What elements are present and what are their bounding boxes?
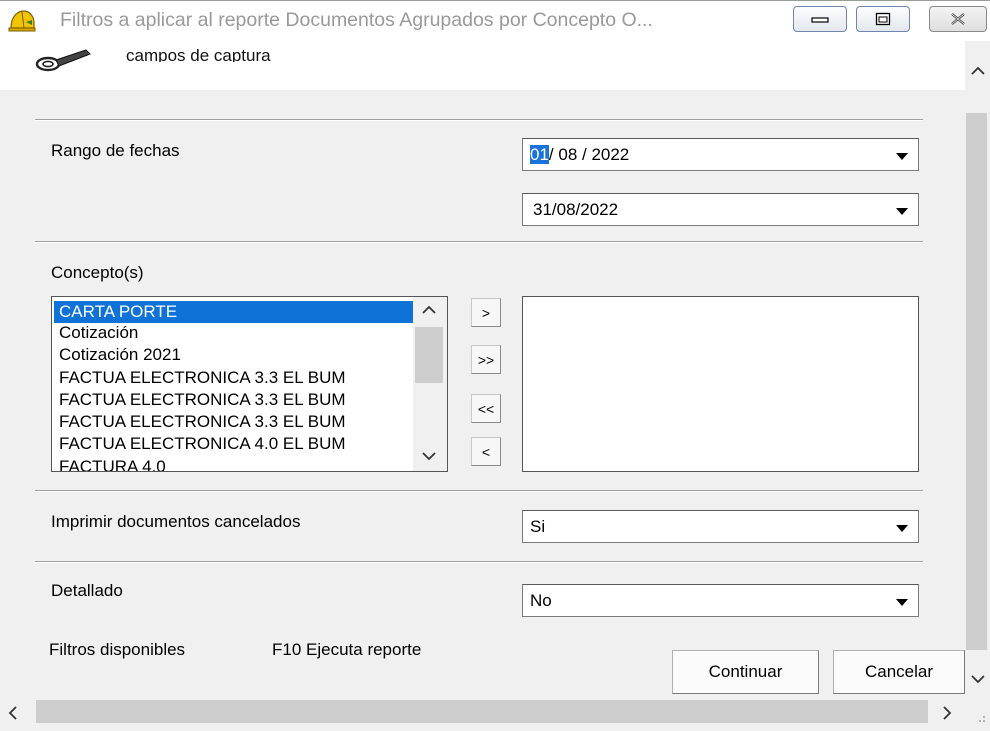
- chevron-down-icon: [896, 153, 908, 160]
- list-item[interactable]: FACTUA ELECTRONICA 3.3 EL BUM: [59, 389, 346, 411]
- separator: [35, 490, 923, 492]
- add-all-concepts-button[interactable]: >>: [471, 345, 501, 374]
- resize-grip-icon: [979, 716, 985, 722]
- date-to-picker[interactable]: 31/08/2022: [522, 193, 919, 226]
- close-button[interactable]: [929, 6, 987, 32]
- detailed-label: Detallado: [51, 581, 123, 600]
- print-cancelled-value: Si: [530, 517, 546, 536]
- window-horizontal-scrollbar-thumb[interactable]: [36, 700, 928, 723]
- window-vertical-scrollbar-thumb[interactable]: [966, 113, 987, 650]
- date-from-rest: / 08 / 2022: [548, 145, 630, 164]
- resize-grip[interactable]: [965, 699, 990, 726]
- list-scrollbar[interactable]: [413, 297, 447, 471]
- print-cancelled-label: Imprimir documentos cancelados: [51, 512, 301, 531]
- header-text: campos de captura: [126, 47, 271, 62]
- list-item[interactable]: Cotización: [59, 322, 138, 344]
- chevron-right-icon[interactable]: [942, 705, 952, 721]
- separator: [35, 241, 923, 243]
- chevron-down-icon[interactable]: [970, 674, 986, 684]
- chevron-down-icon: [896, 208, 908, 215]
- detailed-value: No: [530, 591, 552, 610]
- add-concept-button[interactable]: >: [471, 298, 501, 327]
- detailed-select[interactable]: No: [522, 584, 919, 617]
- available-filters-link[interactable]: Filtros disponibles: [49, 640, 185, 660]
- list-item[interactable]: CARTA PORTE: [54, 301, 413, 323]
- date-from-picker[interactable]: 01/ 08 / 2022: [522, 138, 919, 171]
- concepts-label: Concepto(s): [51, 263, 144, 282]
- selected-concepts-list[interactable]: [522, 296, 919, 472]
- maximize-button[interactable]: [856, 6, 910, 32]
- date-to-dropdown-button[interactable]: [888, 196, 916, 223]
- chevron-down-icon: [896, 599, 908, 606]
- detailed-dropdown-button[interactable]: [888, 587, 916, 614]
- chevron-up-icon[interactable]: [421, 305, 437, 315]
- minimize-icon: [811, 17, 829, 23]
- continue-button[interactable]: Continuar: [672, 650, 819, 694]
- separator: [35, 119, 923, 121]
- list-item[interactable]: FACTUA ELECTRONICA 3.3 EL BUM: [59, 411, 346, 433]
- wrench-icon: [35, 49, 91, 72]
- cancel-button[interactable]: Cancelar: [833, 650, 965, 694]
- print-cancelled-dropdown-button[interactable]: [888, 513, 916, 540]
- list-item[interactable]: FACTURA 4.0: [59, 456, 166, 471]
- maximize-icon: [875, 12, 891, 26]
- available-concepts-list[interactable]: CARTA PORTE Cotización Cotización 2021 F…: [51, 296, 448, 472]
- minimize-button[interactable]: [793, 6, 847, 32]
- list-item[interactable]: FACTUA ELECTRONICA 4.0 EL BUM: [59, 433, 346, 455]
- date-to-value: 31/08/2022: [533, 200, 619, 219]
- chevron-down-icon: [896, 525, 908, 532]
- list-scrollbar-thumb[interactable]: [415, 327, 443, 383]
- date-range-label: Rango de fechas: [51, 141, 180, 160]
- remove-all-concepts-button[interactable]: <<: [471, 394, 501, 423]
- remove-concept-button[interactable]: <: [471, 437, 501, 466]
- chevron-left-icon[interactable]: [8, 705, 18, 721]
- print-cancelled-select[interactable]: Si: [522, 510, 919, 543]
- date-from-day[interactable]: 01: [530, 145, 549, 164]
- app-helmet-icon: [8, 10, 36, 32]
- close-icon: [951, 13, 965, 25]
- chevron-down-icon[interactable]: [421, 451, 437, 461]
- window-title: Filtros a aplicar al reporte Documentos …: [60, 9, 653, 31]
- f10-hint: F10 Ejecuta reporte: [272, 640, 422, 659]
- date-from-dropdown-button[interactable]: [888, 141, 916, 168]
- chevron-up-icon[interactable]: [970, 66, 986, 76]
- list-item[interactable]: Cotización 2021: [59, 344, 181, 366]
- list-item[interactable]: FACTUA ELECTRONICA 3.3 EL BUM: [59, 367, 346, 389]
- separator: [35, 561, 923, 563]
